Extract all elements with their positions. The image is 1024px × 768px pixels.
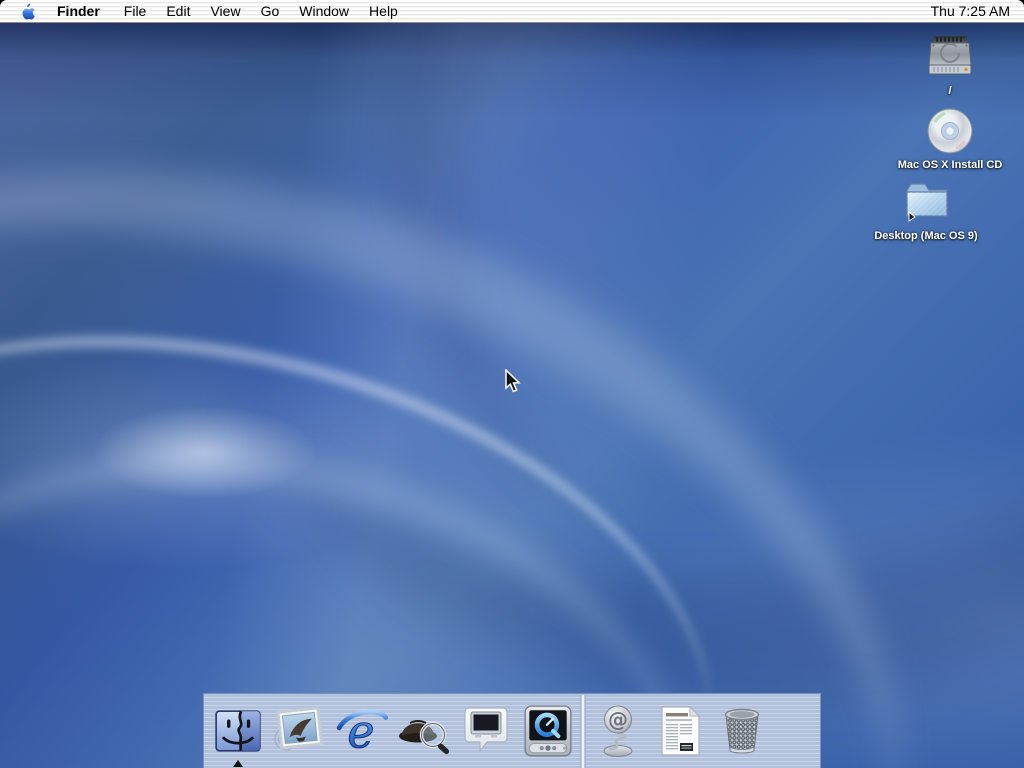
apple-menu-icon[interactable] xyxy=(20,3,35,20)
finder-running-indicator xyxy=(233,760,243,767)
desktop-icon-label: Desktop (Mac OS 9) xyxy=(874,230,977,242)
wallpaper-swoosh xyxy=(88,22,1024,768)
dock-internet-explorer[interactable]: e xyxy=(332,695,392,768)
dock: e xyxy=(203,693,821,768)
newspaper-document-icon xyxy=(657,705,703,757)
quicktime-q-icon xyxy=(521,704,575,758)
menu-view[interactable]: View xyxy=(200,0,250,22)
menu-edit[interactable]: Edit xyxy=(156,0,200,22)
cd-disc-icon xyxy=(925,106,975,156)
menu-go[interactable]: Go xyxy=(251,0,290,22)
dock-divider[interactable] xyxy=(578,695,588,768)
desktop-icon-label: Mac OS X Install CD xyxy=(898,159,1003,171)
svg-text:@: @ xyxy=(608,708,628,732)
at-sign-spring-icon: @ xyxy=(595,704,641,758)
hard-disk-icon xyxy=(925,32,975,82)
wire-mesh-trash-icon xyxy=(719,705,765,757)
desktop-icon-install-cd[interactable]: Mac OS X Install CD xyxy=(895,106,1005,171)
blue-folder-icon xyxy=(901,177,951,227)
mac-os-x-desktop-screen: Finder File Edit View Go Window Help Thu… xyxy=(0,0,1024,768)
dock-quicktime-player[interactable] xyxy=(518,695,578,768)
sherlock-hat-magnifier-icon xyxy=(396,706,452,756)
menu-help[interactable]: Help xyxy=(359,0,408,22)
menu-finder[interactable]: Finder xyxy=(47,0,114,22)
wallpaper-swoosh xyxy=(0,242,775,768)
mail-stamp-icon xyxy=(273,706,327,756)
dock-mail[interactable] xyxy=(270,695,330,768)
dock-finder[interactable] xyxy=(208,695,268,768)
internet-explorer-e-icon: e xyxy=(336,705,388,757)
wallpaper-swoosh xyxy=(0,22,1024,768)
dock-system-preferences[interactable] xyxy=(456,695,516,768)
menu-file[interactable]: File xyxy=(114,0,157,22)
display-bubble-icon xyxy=(460,704,512,758)
dock-trash[interactable] xyxy=(712,695,772,768)
desktop[interactable]: / Mac OS X In xyxy=(0,22,1024,768)
finder-face-icon xyxy=(213,706,263,756)
dock-apple-website-link[interactable]: @ xyxy=(588,695,648,768)
menu-clock[interactable]: Thu 7:25 AM xyxy=(931,0,1024,22)
desktop-icon-os9-folder[interactable]: Desktop (Mac OS 9) xyxy=(871,177,981,242)
desktop-icon-label: / xyxy=(948,85,951,97)
menu-window[interactable]: Window xyxy=(289,0,359,22)
menu-bar: Finder File Edit View Go Window Help Thu… xyxy=(0,0,1024,23)
dock-sherlock[interactable] xyxy=(394,695,454,768)
desktop-icon-hard-disk[interactable]: / xyxy=(895,32,1005,97)
dock-mac-os-x-news[interactable] xyxy=(650,695,710,768)
